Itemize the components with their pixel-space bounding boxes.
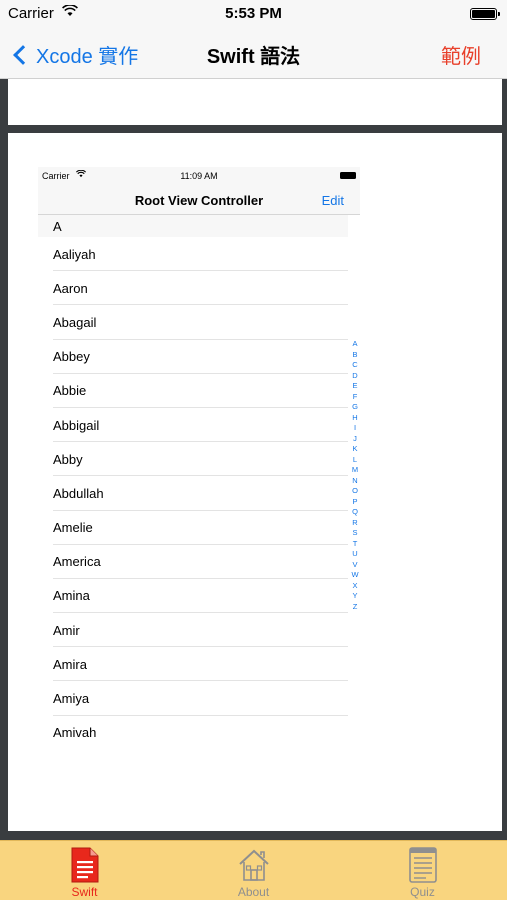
inner-nav-title: Root View Controller bbox=[134, 193, 264, 208]
index-letter: D bbox=[352, 370, 358, 380]
index-letter: Q bbox=[352, 507, 358, 516]
tab-quiz-label: Quiz bbox=[410, 885, 435, 899]
index-letter: F bbox=[352, 391, 358, 401]
index-letter: I bbox=[353, 423, 357, 432]
index-letter: H bbox=[352, 412, 358, 422]
list-item: Aaliyah bbox=[38, 237, 348, 272]
index-letter: X bbox=[352, 580, 358, 590]
section-index: A B C D E F G H I J K L M N O P Q R S T … bbox=[350, 339, 360, 612]
index-letter: C bbox=[352, 360, 358, 369]
status-bar: Carrier 5:53 PM bbox=[0, 0, 507, 28]
inner-status-bar: Carrier 11:09 AM bbox=[38, 167, 360, 185]
house-icon bbox=[236, 847, 272, 888]
list-item: Abbey bbox=[38, 340, 348, 374]
notes-icon bbox=[408, 847, 438, 888]
list-item: Amivah bbox=[53, 725, 97, 741]
tab-swift[interactable]: Swift bbox=[0, 841, 169, 900]
content-card-top bbox=[8, 79, 502, 125]
tab-about-label: About bbox=[237, 885, 270, 899]
index-letter: S bbox=[352, 528, 358, 537]
list-item: Abbigail bbox=[38, 408, 348, 443]
list-item: Amir bbox=[38, 613, 348, 648]
index-letter: O bbox=[352, 486, 358, 495]
example-screenshot: Carrier 11:09 AM Root View Controller Ed… bbox=[38, 167, 360, 750]
index-letter: Y bbox=[352, 591, 358, 600]
section-header: A bbox=[38, 215, 348, 237]
document-icon bbox=[69, 847, 101, 888]
inner-status-time: 11:09 AM bbox=[180, 171, 218, 181]
index-letter: K bbox=[352, 444, 358, 453]
inner-battery-icon bbox=[340, 172, 356, 179]
index-letter: R bbox=[352, 517, 358, 527]
list-item: Abbie bbox=[38, 374, 348, 409]
list-item: Aaron bbox=[38, 271, 348, 306]
index-letter: B bbox=[352, 349, 358, 359]
index-letter: T bbox=[352, 538, 358, 548]
page-title: Swift 語法 bbox=[206, 46, 301, 68]
index-letter: M bbox=[351, 465, 359, 474]
list-item: Amiya bbox=[38, 681, 348, 716]
list-item: Amelie bbox=[38, 511, 348, 545]
inner-navigation-bar: Root View Controller Edit bbox=[38, 185, 360, 215]
tab-quiz[interactable]: Quiz bbox=[338, 841, 507, 900]
inner-edit-button: Edit bbox=[321, 193, 344, 208]
index-letter: A bbox=[352, 339, 358, 348]
index-letter: N bbox=[352, 475, 358, 485]
navigation-bar: Xcode 實作 Swift 語法 範例 bbox=[0, 28, 507, 79]
index-letter: L bbox=[352, 454, 358, 464]
status-time: 5:53 PM bbox=[225, 5, 282, 22]
index-letter: E bbox=[352, 381, 358, 390]
examples-button[interactable]: 範例 bbox=[441, 40, 481, 69]
list-item: Amira bbox=[38, 647, 348, 682]
index-letter: V bbox=[352, 559, 358, 569]
list-item: Abdullah bbox=[38, 476, 348, 511]
index-letter: W bbox=[351, 570, 359, 579]
list-item: Amina bbox=[38, 579, 348, 614]
index-letter: P bbox=[352, 496, 358, 506]
tab-bar: Swift About Quiz bbox=[0, 840, 507, 900]
index-letter: G bbox=[352, 402, 358, 411]
name-list: Aaliyah Aaron Abagail Abbey Abbie Abbiga… bbox=[38, 237, 348, 750]
list-item: Abagail bbox=[38, 305, 348, 340]
list-item: Abby bbox=[38, 442, 348, 477]
index-letter: J bbox=[353, 433, 357, 443]
tab-about[interactable]: About bbox=[169, 841, 338, 900]
tab-swift-label: Swift bbox=[71, 885, 98, 899]
battery-icon bbox=[470, 8, 500, 20]
list-item: America bbox=[38, 545, 348, 580]
index-letter: Z bbox=[352, 601, 358, 611]
index-letter: U bbox=[352, 549, 358, 558]
content-card-main: Carrier 11:09 AM Root View Controller Ed… bbox=[8, 133, 502, 831]
